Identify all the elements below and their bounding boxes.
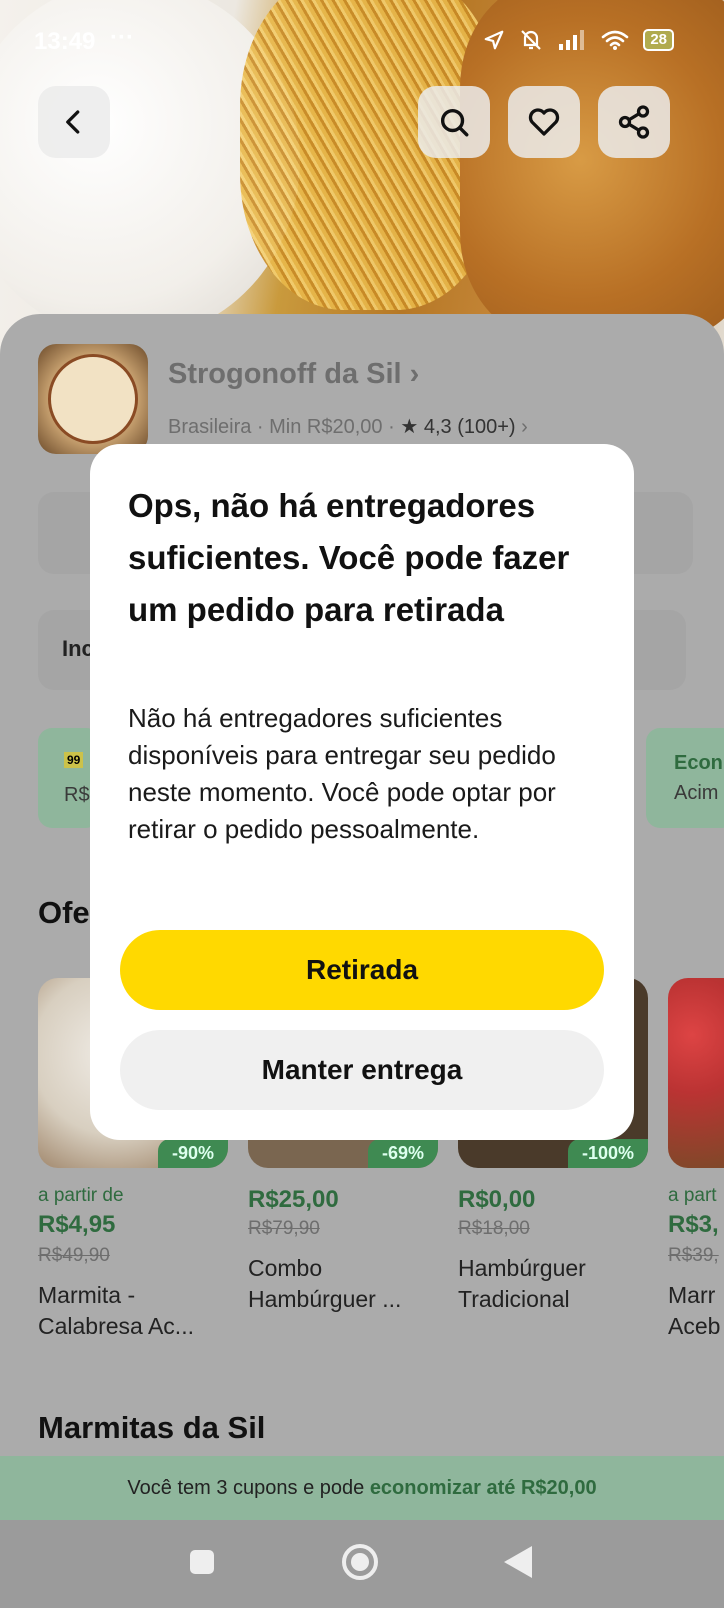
offer-name-line: Hambúrguer ... xyxy=(248,1286,402,1312)
offer-price: R$3, xyxy=(668,1211,719,1238)
promo-card[interactable]: Econ Acim xyxy=(646,728,724,828)
offer-name-line: Marr xyxy=(668,1282,716,1308)
store-logo xyxy=(38,344,148,454)
share-icon xyxy=(618,105,650,139)
promo-title: Econ xyxy=(674,752,723,774)
offer-name[interactable]: Combo Hambúrguer ... xyxy=(248,1253,448,1315)
promo-tag: 99 xyxy=(64,752,84,768)
offer-old-price: R$79,90 xyxy=(248,1218,320,1239)
offer-name-line: Aceb xyxy=(668,1313,721,1339)
store-meta[interactable]: Brasileira · Min R$20,00 · ★ 4,3 (100+) … xyxy=(168,414,528,439)
offers-section-title: Ofe xyxy=(38,895,90,930)
discount-badge: -69% xyxy=(367,1139,438,1168)
status-notification-dots: ··· xyxy=(110,24,134,51)
chevron-right-icon: › xyxy=(521,416,528,438)
coupon-text: Você tem 3 cupons e pode xyxy=(127,1477,370,1499)
store-category: Brasileira xyxy=(168,416,252,438)
offer-name-line: Combo xyxy=(248,1255,323,1281)
heart-icon xyxy=(528,108,560,136)
coupon-highlight: economizar até R$20,00 xyxy=(369,1477,597,1499)
share-button[interactable] xyxy=(598,86,670,158)
marmitas-section-title: Marmitas da Sil xyxy=(38,1410,266,1445)
location-icon xyxy=(484,30,504,50)
back-nav-icon[interactable] xyxy=(502,1544,534,1580)
search-icon xyxy=(440,108,469,137)
store-name[interactable]: Strogonoff da Sil › xyxy=(168,358,419,391)
offer-price: R$4,95 xyxy=(38,1211,116,1238)
mute-icon xyxy=(521,30,542,50)
chevron-left-icon xyxy=(66,110,80,134)
wifi-icon xyxy=(602,30,629,50)
back-button[interactable] xyxy=(38,86,110,158)
battery-indicator: 28 xyxy=(643,29,674,51)
store-rating: 4,3 xyxy=(423,416,452,438)
promo-text: R$ xyxy=(64,784,90,806)
offer-old-price: R$49,90 xyxy=(38,1245,110,1266)
offer-name-line: Tradicional xyxy=(458,1286,570,1312)
keep-delivery-button[interactable]: Manter entrega xyxy=(120,1030,604,1110)
offer-name[interactable]: Marmita - Calabresa Ac... xyxy=(38,1280,238,1342)
offer-image[interactable] xyxy=(668,978,724,1168)
offer-name-line: Hambúrguer xyxy=(458,1255,586,1281)
offer-name[interactable]: Hambúrguer Tradicional xyxy=(458,1253,658,1315)
offer-old-price: R$39, xyxy=(668,1245,719,1266)
store-reviews: (100+) xyxy=(457,416,516,438)
star-icon: ★ xyxy=(400,416,424,438)
offer-price: R$25,00 xyxy=(248,1186,339,1213)
offer-from-label: a part xyxy=(668,1185,717,1206)
search-button[interactable] xyxy=(418,86,490,158)
offer-from-label: a partir de xyxy=(38,1185,124,1206)
chevron-right-icon: › xyxy=(409,358,420,390)
coupon-banner[interactable]: Você tem 3 cupons e pode economizar até … xyxy=(0,1456,724,1520)
store-min-order: Min R$20,00 xyxy=(269,416,383,438)
store-name-text: Strogonoff da Sil xyxy=(168,358,402,390)
status-bar: 13:49 ··· 28 xyxy=(0,0,724,84)
offer-old-price: R$18,00 xyxy=(458,1218,530,1239)
offer-name-line: Marmita - xyxy=(38,1282,136,1308)
dialog-title: Ops, não há entregadores suficientes. Vo… xyxy=(128,487,570,628)
system-nav-bar xyxy=(0,1520,724,1608)
promo-subtitle: Acim xyxy=(674,782,719,804)
dialog-body: Não há entregadores suficientes disponív… xyxy=(128,703,556,844)
favorite-button[interactable] xyxy=(508,86,580,158)
discount-badge: -90% xyxy=(157,1139,228,1168)
discount-badge: -100% xyxy=(567,1139,648,1168)
no-couriers-dialog: Ops, não há entregadores suficientes. Vo… xyxy=(90,444,634,1140)
offer-name-line: Calabresa Ac... xyxy=(38,1313,194,1339)
signal-icon xyxy=(559,30,585,50)
status-time: 13:49 xyxy=(34,28,96,55)
offer-name[interactable]: Marr Aceb xyxy=(668,1280,724,1342)
home-icon[interactable] xyxy=(340,1542,380,1582)
recents-icon[interactable] xyxy=(188,1548,216,1576)
pickup-button[interactable]: Retirada xyxy=(120,930,604,1010)
offer-price: R$0,00 xyxy=(458,1186,536,1213)
